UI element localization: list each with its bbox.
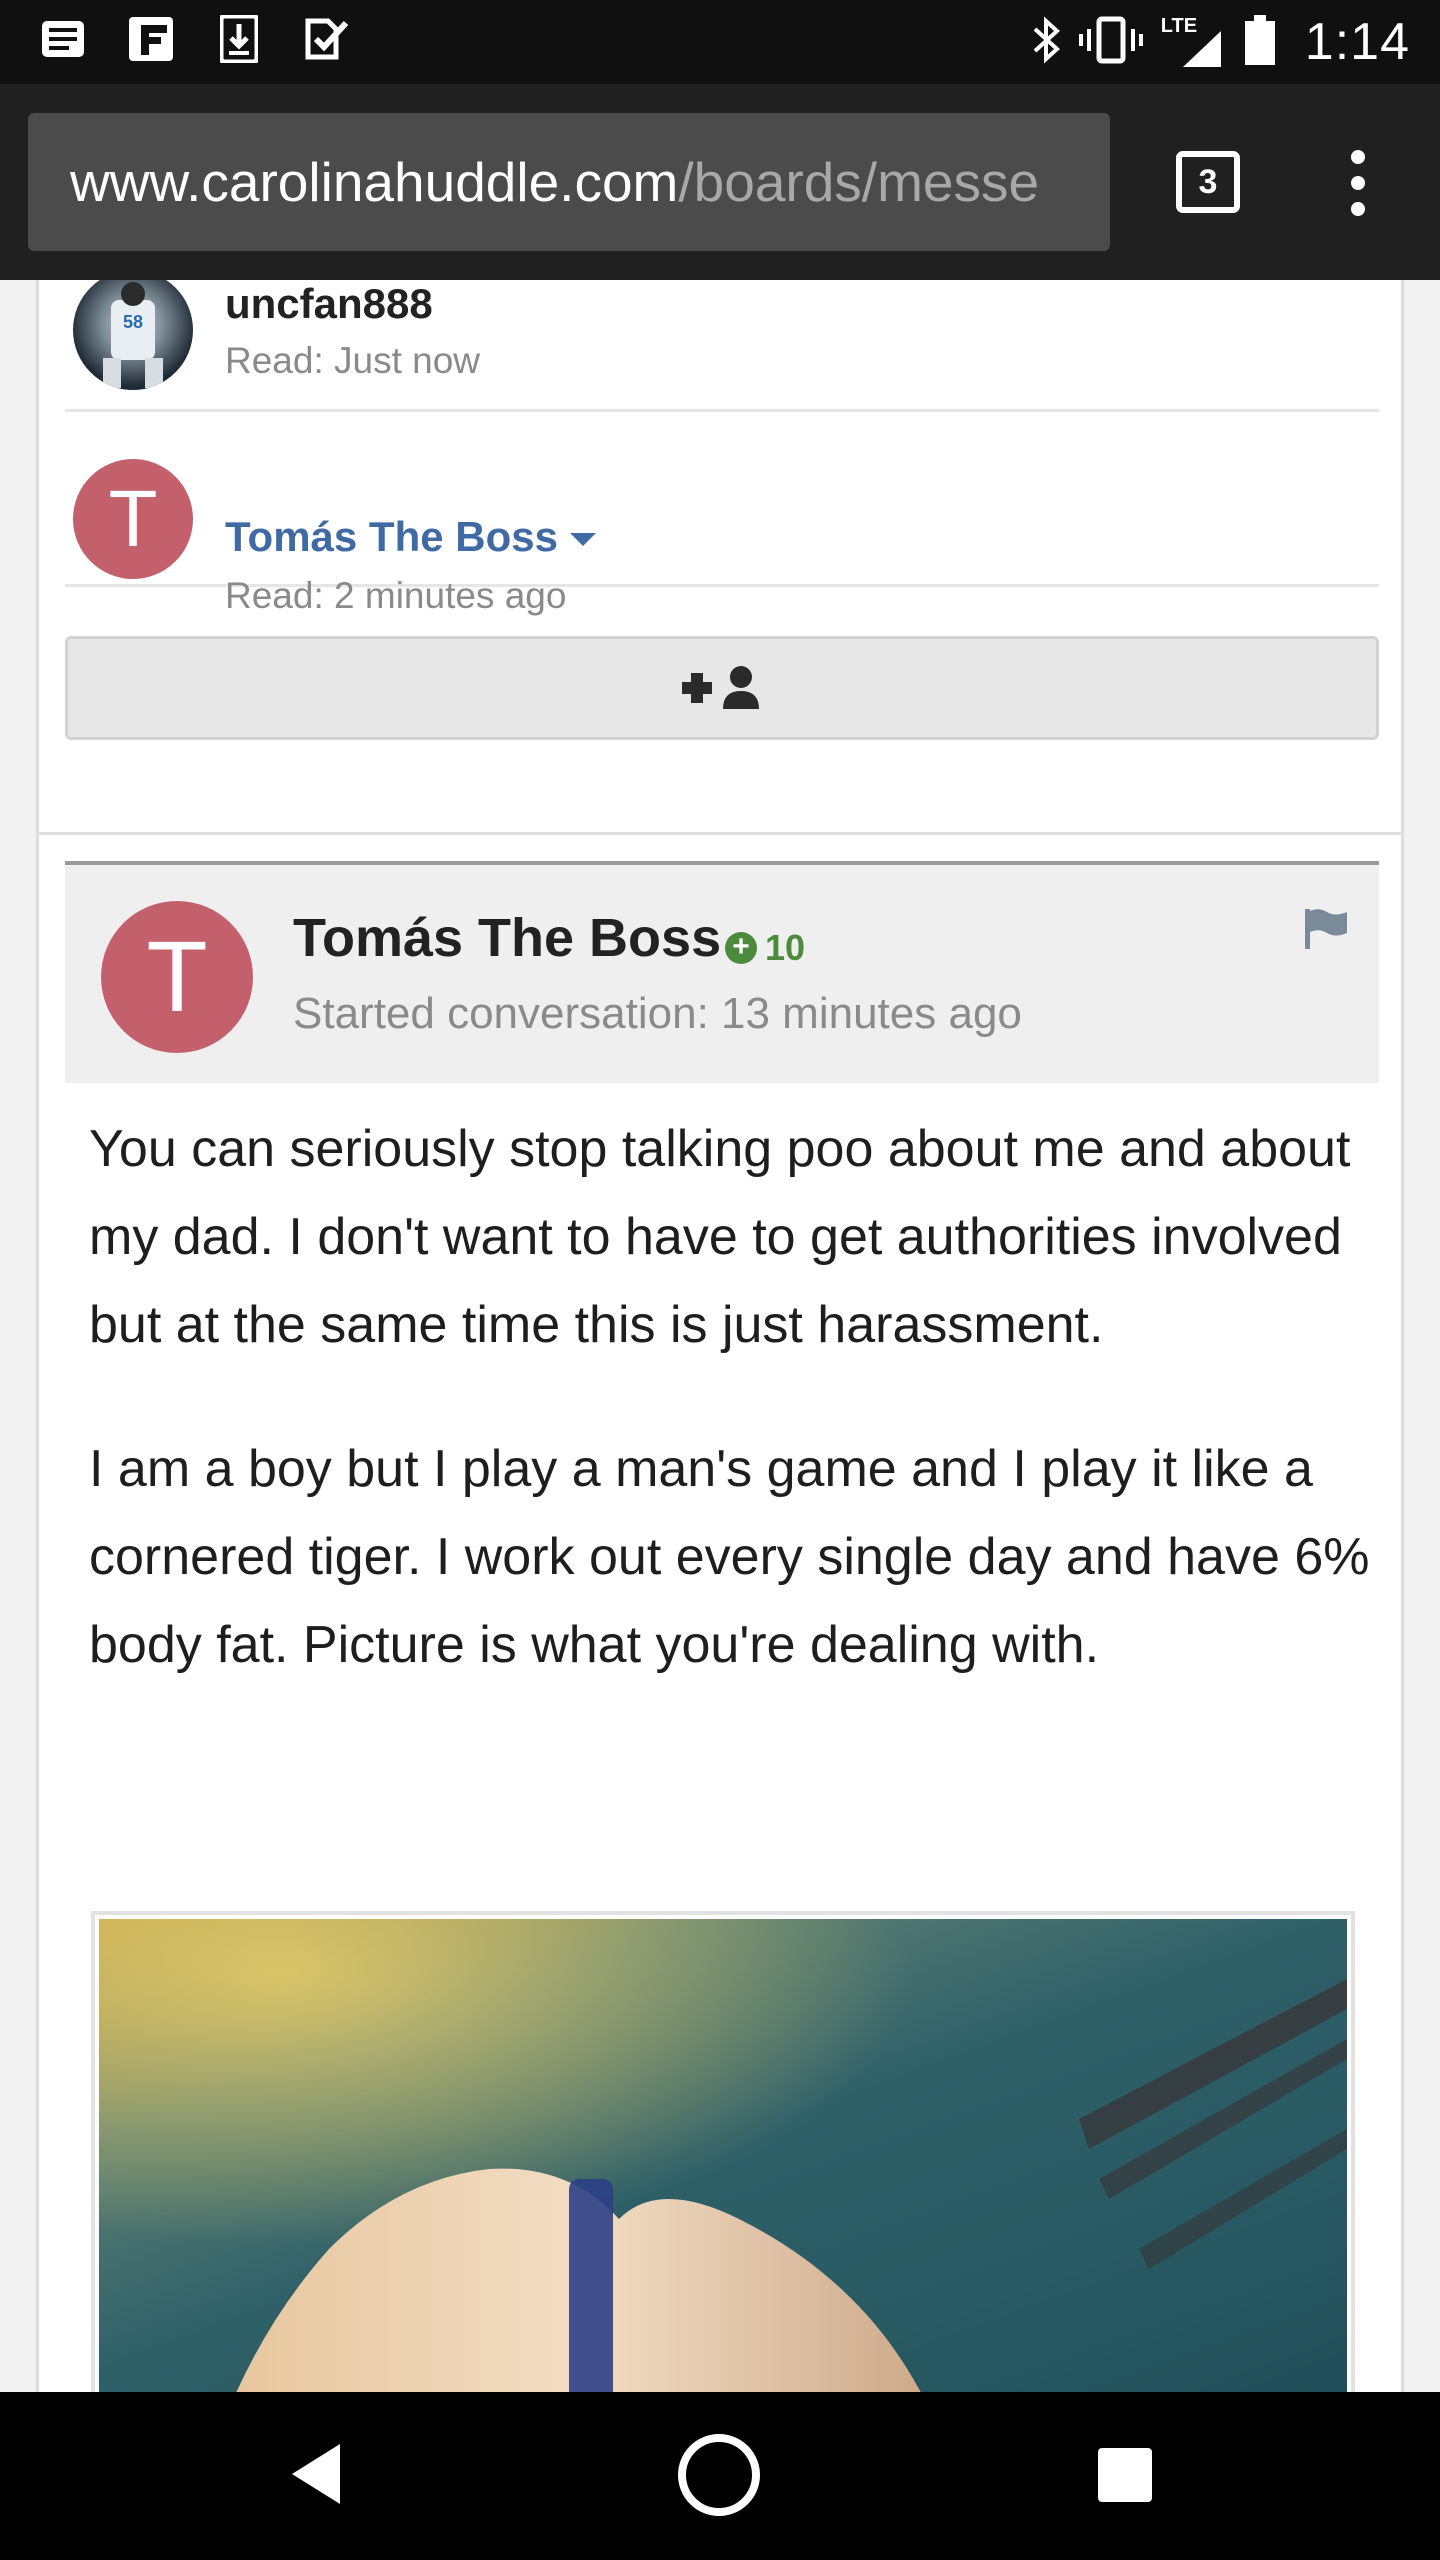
- player-photo-icon: 58: [103, 282, 163, 388]
- svg-text:58: 58: [123, 312, 143, 332]
- reader-row: T Tomás The Boss Read: 2 minutes ago: [65, 415, 1379, 616]
- page-content: 58 uncfan888 Read: Just now T Tomás The …: [0, 280, 1440, 2392]
- navigation-bar: [0, 2392, 1440, 2560]
- flag-icon[interactable]: [1303, 907, 1349, 956]
- back-icon[interactable]: [290, 2442, 342, 2511]
- signal-icon: LTE: [1161, 15, 1225, 69]
- post-paragraph: You can seriously stop talking poo about…: [89, 1120, 1351, 1354]
- reader-row: 58 uncfan888 Read: Just now: [65, 280, 1379, 412]
- post-author[interactable]: Tomás The Boss: [293, 907, 721, 969]
- vibrate-icon: [1078, 15, 1143, 70]
- tasks-icon: [302, 14, 352, 64]
- browser-toolbar: www.carolinahuddle.com/boards/messe 3: [0, 84, 1440, 280]
- reader-name[interactable]: uncfan888: [225, 280, 433, 328]
- reputation-count: 10: [765, 927, 806, 968]
- overflow-menu-icon[interactable]: [1338, 150, 1378, 216]
- reputation-badge: + 10: [725, 927, 805, 969]
- attached-photo[interactable]: [91, 1911, 1355, 2392]
- flipboard-icon: [126, 14, 176, 64]
- url-bar[interactable]: www.carolinahuddle.com/boards/messe: [28, 113, 1110, 251]
- flexing-arm-photo: [99, 1919, 1347, 2392]
- read-status: Read: Just now: [225, 340, 481, 381]
- recent-apps-icon[interactable]: [1098, 2448, 1152, 2502]
- photo: [99, 1919, 1347, 2392]
- post-timestamp: Started conversation: 13 minutes ago: [293, 989, 1022, 1038]
- bluetooth-icon: [1031, 15, 1061, 70]
- plus-circle-icon: +: [725, 932, 757, 964]
- post-header: T Tomás The Boss + 10 Started conversati…: [65, 861, 1379, 1083]
- reader-name[interactable]: Tomás The Boss: [225, 513, 558, 560]
- url-path: /boards/messe: [678, 151, 1040, 213]
- post-body: You can seriously stop talking poo about…: [89, 1105, 1379, 1745]
- url-host: www.carolinahuddle.com: [70, 151, 679, 213]
- avatar[interactable]: T: [73, 459, 193, 579]
- home-icon[interactable]: [678, 2434, 760, 2516]
- message-card: T Tomás The Boss + 10 Started conversati…: [36, 832, 1404, 2392]
- reader-name-link[interactable]: Tomás The Boss: [225, 513, 596, 561]
- author-avatar[interactable]: T: [101, 901, 253, 1053]
- tab-switcher-button[interactable]: 3: [1176, 151, 1240, 213]
- battery-icon: [1243, 13, 1277, 72]
- avatar[interactable]: 58: [73, 280, 193, 390]
- read-status: Read: 2 minutes ago: [225, 575, 567, 616]
- clock: 1:14: [1304, 13, 1410, 71]
- download-icon: [214, 14, 264, 64]
- add-participant-button[interactable]: [65, 636, 1379, 740]
- add-user-icon: [682, 666, 759, 709]
- post-paragraph: I am a boy but I play a man's game and I…: [89, 1440, 1370, 1674]
- chevron-down-icon[interactable]: [569, 533, 596, 547]
- status-bar: LTE 1:14: [0, 0, 1440, 84]
- newspaper-icon: [38, 14, 88, 64]
